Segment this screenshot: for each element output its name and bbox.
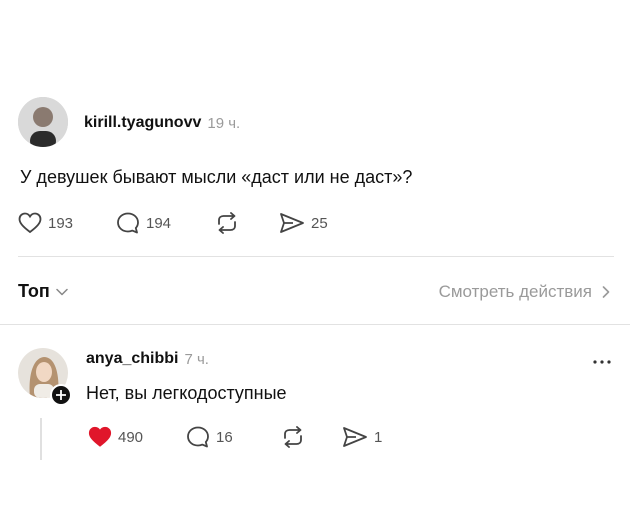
reply-share-button[interactable]: 1 <box>342 426 382 448</box>
plus-icon <box>56 390 66 400</box>
more-dots-icon <box>593 360 611 364</box>
repost-icon <box>284 426 302 448</box>
heart-icon <box>18 212 42 234</box>
share-count: 25 <box>311 214 328 232</box>
comment-button[interactable]: 194 <box>116 212 171 234</box>
reply-comment-button[interactable]: 16 <box>186 426 233 448</box>
comment-bubble-icon <box>187 426 209 448</box>
chevron-down-icon <box>55 288 68 295</box>
more-options-button[interactable] <box>592 352 612 370</box>
reply-repost-button[interactable] <box>280 426 306 448</box>
post-author-avatar[interactable] <box>18 97 68 147</box>
comment-count: 194 <box>146 214 172 232</box>
reply-username[interactable]: anya_chibbi <box>86 350 178 368</box>
send-icon <box>280 213 304 233</box>
post-text: У девушек бывают мысли «даст или не даст… <box>20 167 413 187</box>
follow-plus-button[interactable] <box>50 384 72 406</box>
avatar-photo <box>18 97 68 147</box>
comment-bubble-icon <box>117 212 139 234</box>
reply-like-button[interactable]: 490 <box>88 426 143 448</box>
like-button[interactable]: 193 <box>18 212 73 234</box>
share-button[interactable]: 25 <box>279 212 328 234</box>
post-meta: kirill.tyagunovv 19 ч. <box>84 114 240 132</box>
like-count: 193 <box>48 214 74 232</box>
reply-share-count: 1 <box>374 428 383 446</box>
sort-label: Топ <box>18 281 50 301</box>
reply-meta: anya_chibbi 7 ч. <box>86 350 209 368</box>
send-icon <box>343 427 367 447</box>
view-activity-link[interactable]: Смотреть действия <box>439 282 610 302</box>
repost-button[interactable] <box>214 212 240 234</box>
thread-line <box>40 418 42 460</box>
heart-filled-icon <box>88 426 112 447</box>
reply-time: 7 ч. <box>184 350 209 368</box>
divider-top <box>18 256 614 257</box>
post-time: 19 ч. <box>207 114 241 132</box>
repost-icon <box>218 212 236 234</box>
post-username[interactable]: kirill.tyagunovv <box>84 114 201 132</box>
reply-like-count: 490 <box>118 428 144 446</box>
chevron-right-icon <box>602 286 610 298</box>
divider-bottom <box>0 324 630 325</box>
reply-comment-count: 16 <box>216 428 233 446</box>
sort-dropdown[interactable]: Топ <box>18 281 68 302</box>
view-activity-label: Смотреть действия <box>438 282 592 301</box>
reply-text: Нет, вы легкодоступные <box>86 383 287 403</box>
